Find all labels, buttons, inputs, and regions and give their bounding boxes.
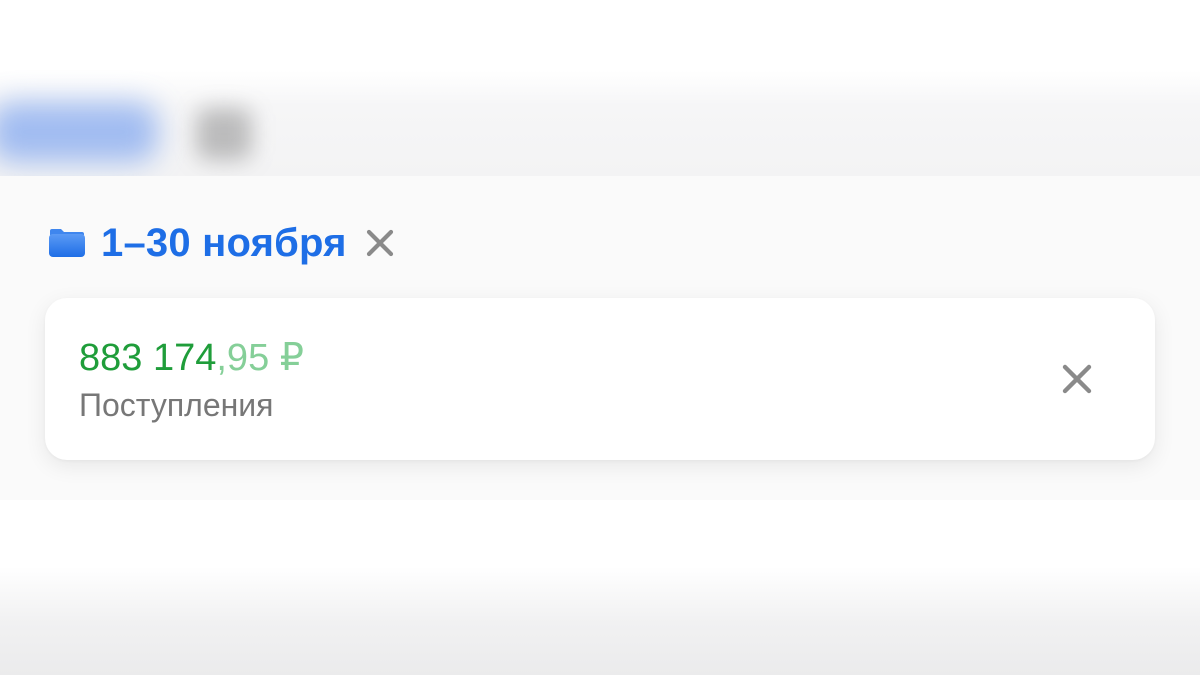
folder-icon <box>49 229 85 257</box>
blurred-header-row <box>0 88 320 178</box>
blurred-icon <box>196 108 252 160</box>
close-icon[interactable] <box>1060 362 1094 396</box>
close-icon[interactable] <box>365 228 395 258</box>
blurred-title <box>0 102 158 162</box>
summary-card[interactable]: 883 174,95 ₽ Поступления <box>45 298 1155 460</box>
amount-fraction: ,95 ₽ <box>216 337 304 379</box>
amount-value: 883 174,95 ₽ <box>79 336 304 380</box>
bottom-fade <box>0 500 1200 675</box>
period-label: 1–30 ноября <box>101 220 347 265</box>
amount-integer: 883 174 <box>79 337 217 379</box>
period-filter-chip[interactable]: 1–30 ноября <box>47 218 395 268</box>
amount-label: Поступления <box>79 387 274 423</box>
